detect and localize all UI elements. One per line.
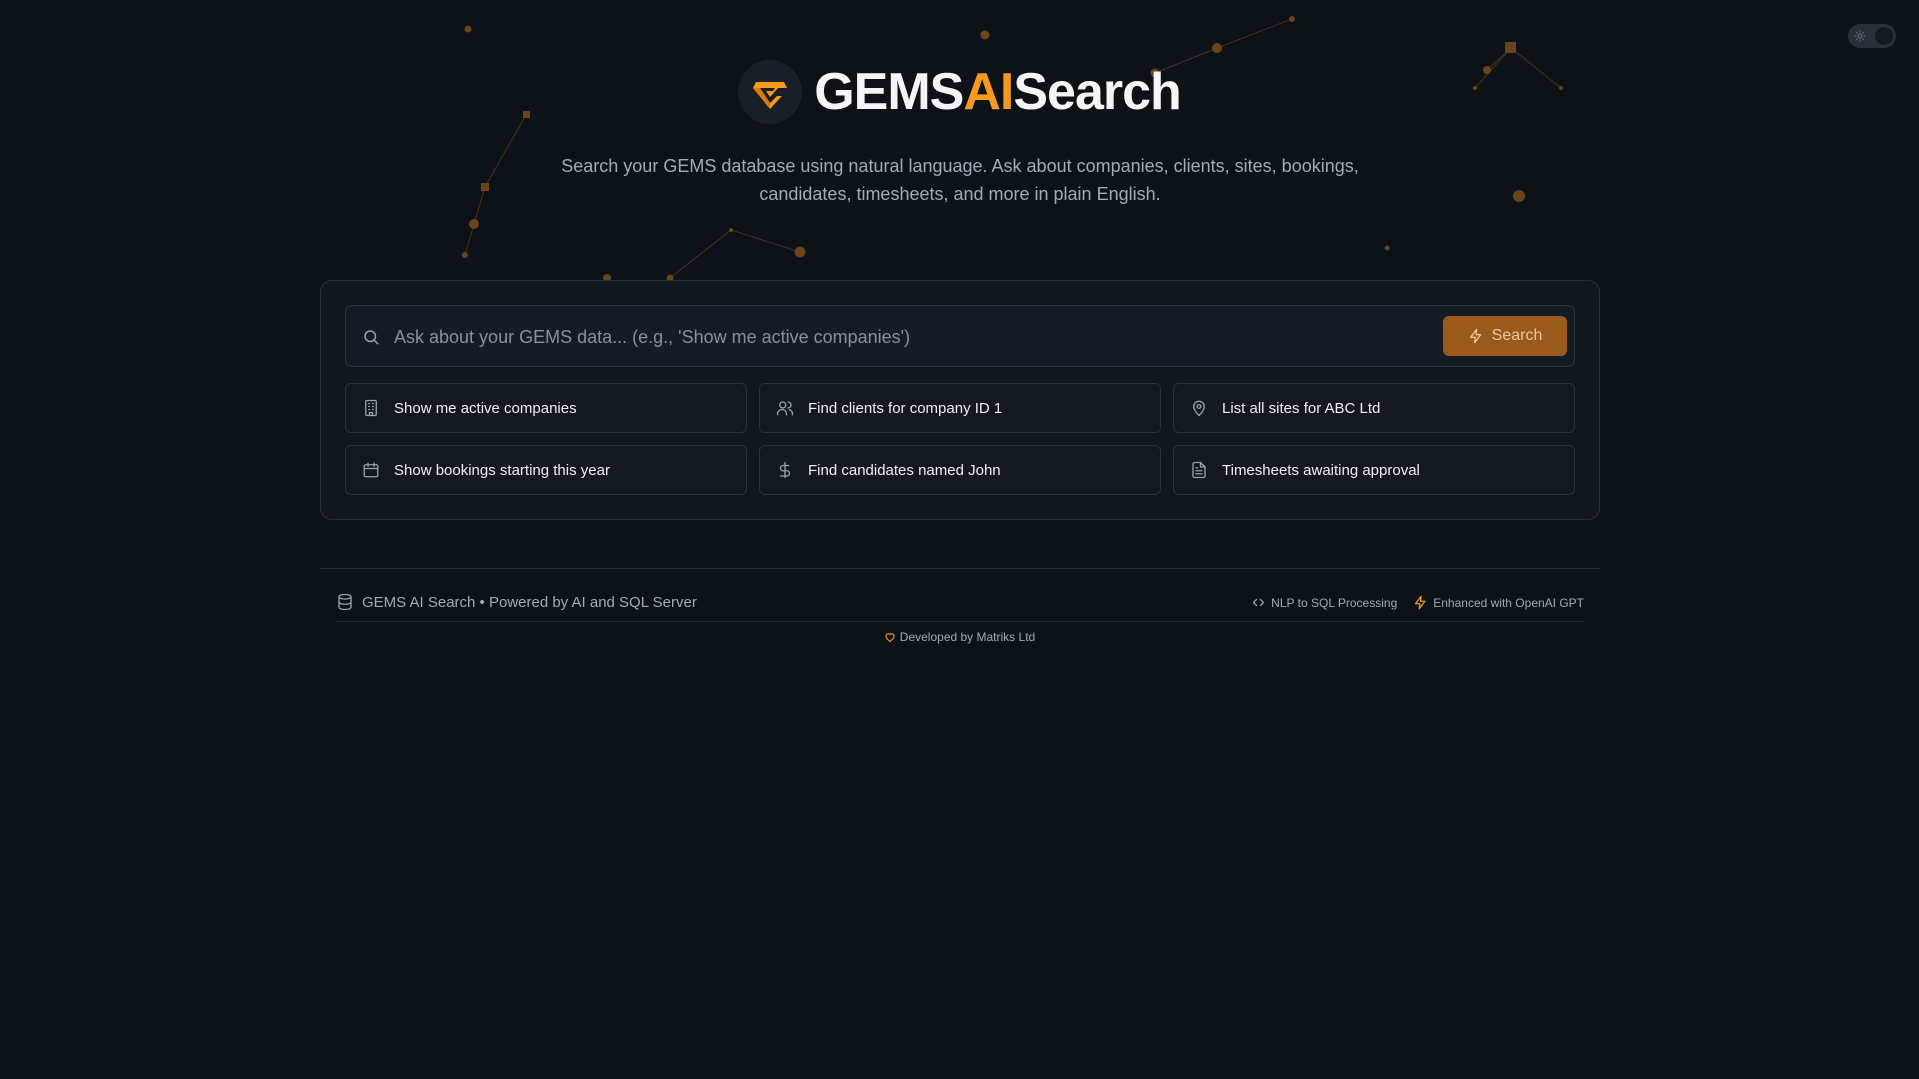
building-icon bbox=[365, 399, 377, 417]
search-bar: Search bbox=[345, 305, 1575, 367]
page: GEMSAISearch Search your GEMS database u… bbox=[0, 0, 1919, 1079]
nlp-label: NLP to SQL Processing bbox=[1271, 595, 1398, 610]
heart-icon bbox=[885, 633, 895, 643]
suggestion-label: Show me active companies bbox=[394, 399, 577, 417]
lightning-icon bbox=[1469, 328, 1481, 344]
developed-by-text: Developed by Matriks Ltd bbox=[899, 630, 1036, 644]
footer-features: NLP to SQL Processing Enhanced with Open… bbox=[1251, 595, 1584, 610]
calendar-icon bbox=[363, 462, 379, 478]
sun-icon bbox=[1854, 30, 1866, 42]
background-network-decoration bbox=[462, 16, 1563, 282]
footer-nlp: NLP to SQL Processing bbox=[1251, 595, 1397, 610]
suggestion-label: Find clients for company ID 1 bbox=[808, 399, 1003, 417]
footer-openai: Enhanced with OpenAI GPT bbox=[1413, 595, 1584, 610]
document-icon bbox=[1192, 461, 1206, 479]
theme-toggle[interactable] bbox=[1848, 24, 1896, 48]
suggestion-label: Find candidates named John bbox=[808, 461, 1001, 479]
suggestion-label: Show bookings starting this year bbox=[394, 461, 610, 479]
search-button-label: Search bbox=[1491, 327, 1543, 344]
search-icon bbox=[364, 330, 379, 345]
suggestion-label: Timesheets awaiting approval bbox=[1222, 461, 1420, 479]
page-title: GEMSAISearch bbox=[814, 63, 1182, 121]
code-icon bbox=[1253, 598, 1265, 607]
openai-label: Enhanced with OpenAI GPT bbox=[1433, 595, 1584, 610]
toggle-knob bbox=[1875, 27, 1893, 45]
suggestion-bookings-year[interactable]: Show bookings starting this year bbox=[345, 445, 747, 495]
search-button[interactable]: Search bbox=[1443, 316, 1567, 356]
suggestion-timesheets-approval[interactable]: Timesheets awaiting approval bbox=[1173, 445, 1575, 495]
suggestion-candidates-john[interactable]: Find candidates named John bbox=[759, 445, 1161, 495]
footer-info: GEMS AI Search • Powered by AI and SQL S… bbox=[336, 593, 697, 611]
developed-by: Developed by Matriks Ltd bbox=[0, 630, 1919, 644]
lightning-icon bbox=[1415, 595, 1426, 610]
users-icon bbox=[776, 401, 794, 416]
page-subtitle: Search your GEMS database using natural … bbox=[561, 156, 1359, 204]
dollar-icon bbox=[779, 461, 791, 479]
map-pin-icon bbox=[1193, 400, 1205, 417]
suggestion-clients-company[interactable]: Find clients for company ID 1 bbox=[759, 383, 1161, 433]
footer-divider bbox=[336, 621, 1584, 622]
suggestion-sites-abc[interactable]: List all sites for ABC Ltd bbox=[1173, 383, 1575, 433]
search-card: Search Show me active companies Find cli… bbox=[320, 280, 1600, 520]
brand-header: GEMSAISearch bbox=[0, 60, 1919, 124]
search-input[interactable] bbox=[392, 316, 1426, 358]
suggestion-label: List all sites for ABC Ltd bbox=[1222, 399, 1381, 417]
footer-left-text: GEMS AI Search • Powered by AI and SQL S… bbox=[362, 593, 697, 611]
suggestion-active-companies[interactable]: Show me active companies bbox=[345, 383, 747, 433]
footer: GEMS AI Search • Powered by AI and SQL S… bbox=[320, 568, 1600, 621]
database-icon bbox=[338, 593, 352, 611]
suggestion-grid: Show me active companies Find clients fo… bbox=[345, 383, 1576, 495]
gem-logo-icon bbox=[738, 60, 803, 124]
